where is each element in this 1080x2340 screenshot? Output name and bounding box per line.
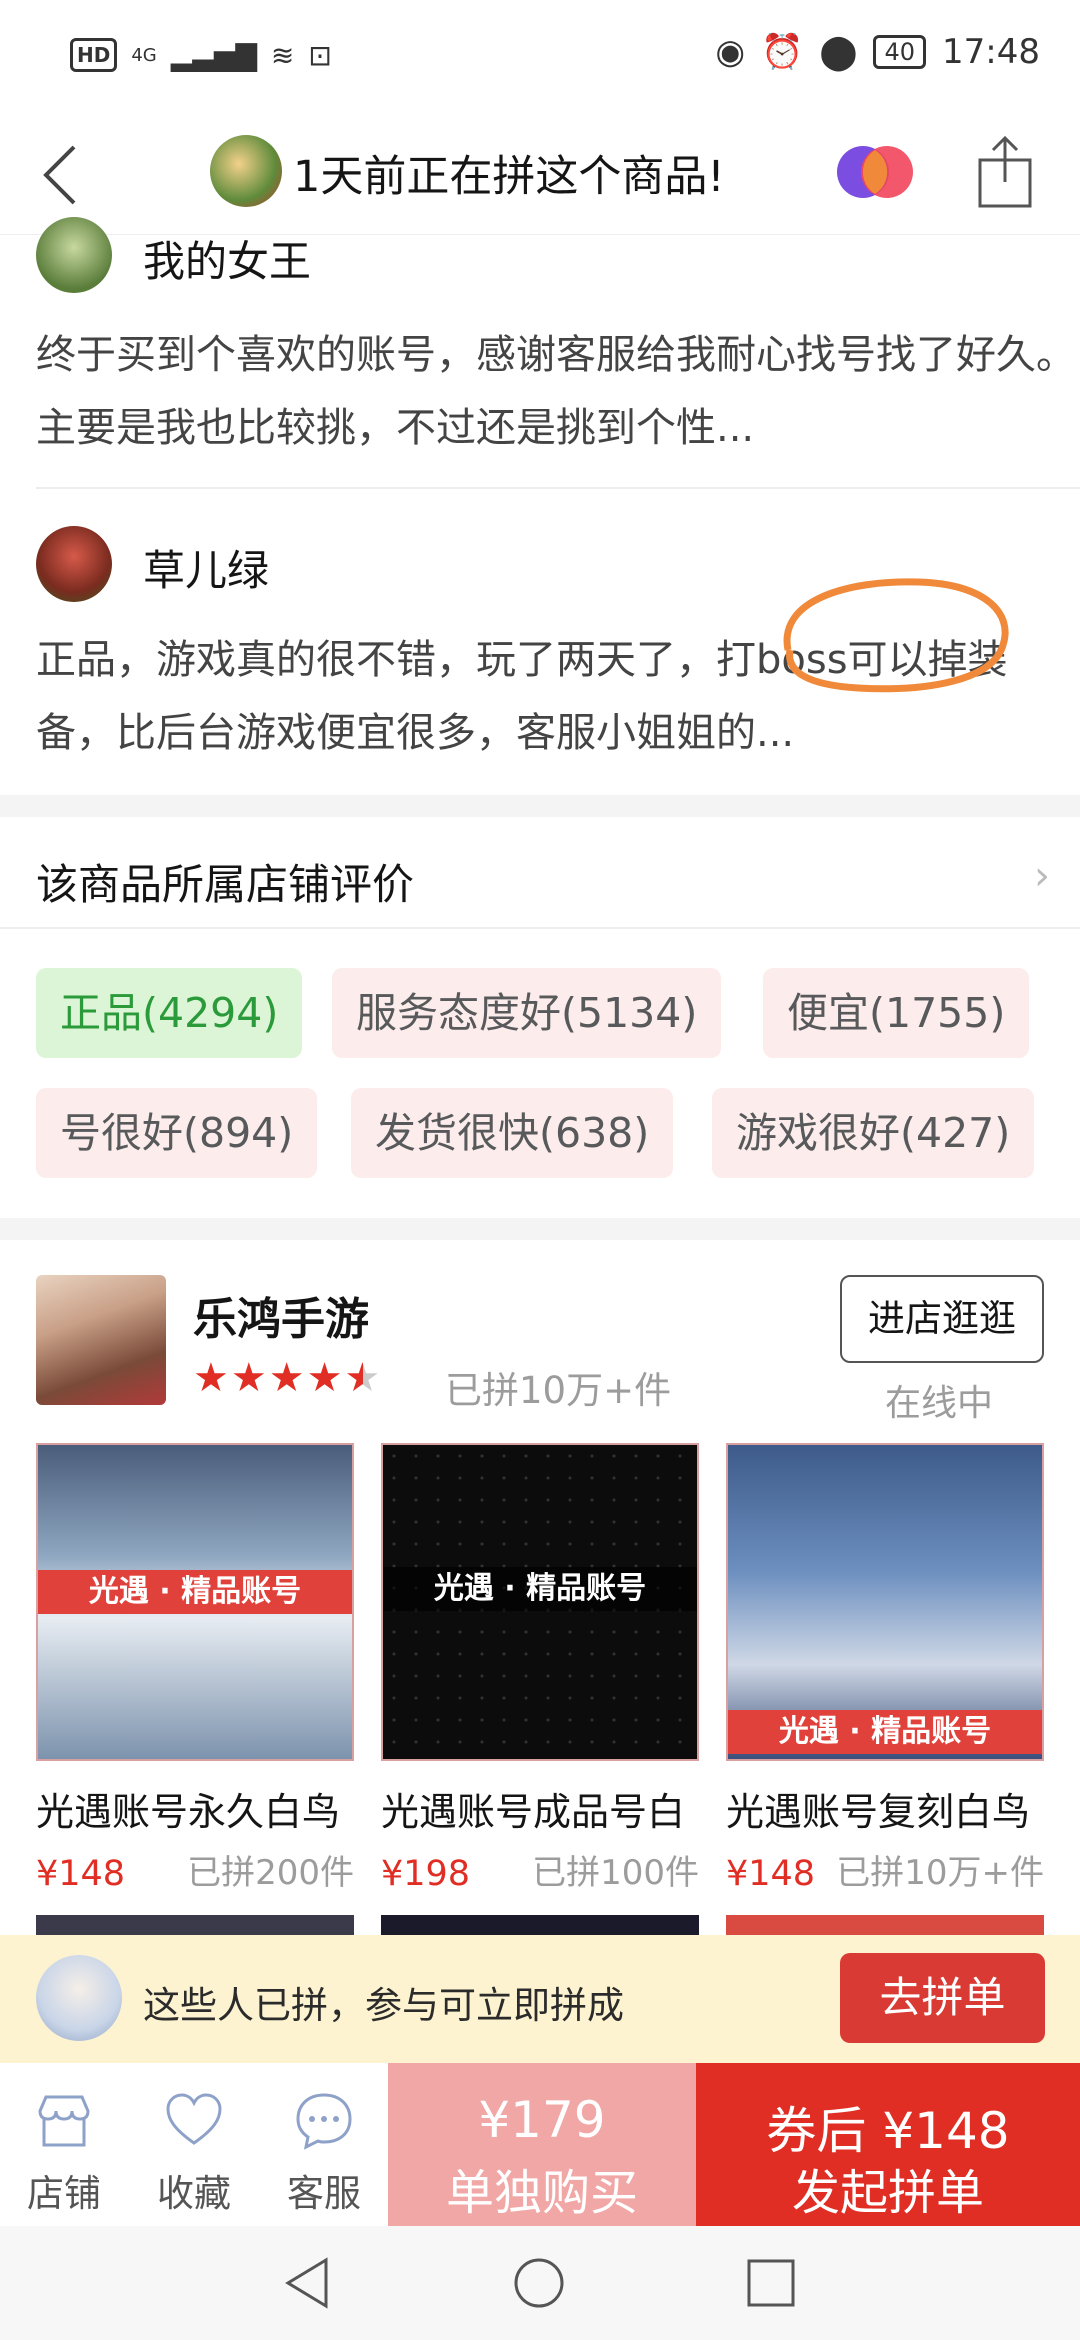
product-image: 光遇 · 精品账号 (36, 1443, 354, 1761)
highlight-circle-annotation (783, 578, 1009, 693)
reviewer-name: 草儿绿 (143, 546, 270, 595)
product-image: 光遇 · 精品账号 (726, 1443, 1044, 1761)
hd-icon: HD (70, 38, 118, 72)
favorite-button[interactable]: 收藏 (134, 2063, 254, 2226)
location-icon: ⬤ (819, 32, 858, 72)
status-right: ◉ ⏰ ⬤ 40 17:48 (715, 32, 1040, 72)
shop-rating-stars: ★★★★★ (193, 1355, 382, 1401)
multi-circle-icon[interactable] (835, 142, 915, 202)
visit-shop-button[interactable]: 进店逛逛 (840, 1275, 1044, 1363)
product-sold: 已拼10万+件 (836, 1853, 1044, 1893)
half-star-icon: ★ (344, 1355, 383, 1401)
service-label: 客服 (287, 2172, 361, 2215)
rating-tag[interactable]: 号很好(894) (36, 1088, 318, 1178)
product-badge: 光遇 · 精品账号 (383, 1567, 697, 1611)
store-rating-header[interactable]: 该商品所属店铺评价 › (0, 817, 1080, 929)
product-title: 光遇账号成品号白 (381, 1790, 686, 1834)
rating-tag[interactable]: 便宜(1755) (763, 968, 1030, 1058)
chat-icon (296, 2093, 352, 2150)
reviewer-avatar (36, 526, 112, 602)
shop-name[interactable]: 乐鸿手游 (193, 1283, 369, 1347)
chevron-right-icon: › (1034, 853, 1050, 899)
clock: 17:48 (942, 32, 1040, 72)
store-label: 店铺 (27, 2172, 101, 2215)
top-nav: 1天前正在拼这个商品! (0, 120, 1080, 235)
rating-tag[interactable]: 正品(4294) (36, 968, 303, 1058)
group-avatar (210, 135, 282, 207)
store-icon (38, 2095, 90, 2147)
store-button[interactable]: 店铺 (4, 2063, 124, 2226)
favorite-label: 收藏 (157, 2172, 231, 2215)
product-card[interactable]: 光遇 · 精品账号 光遇账号永久白鸟 ¥148 已拼200件 (36, 1443, 354, 1894)
back-arrow-icon (43, 145, 76, 205)
store-rating-title: 该商品所属店铺评价 (36, 860, 415, 909)
reviewer-avatar (36, 217, 112, 293)
single-price: ¥179 (478, 2091, 606, 2149)
product-title: 光遇账号永久白鸟 (36, 1790, 341, 1834)
join-group-banner: 这些人已拼，参与可立即拼成 去拼单 (0, 1935, 1080, 2063)
customer-service-button[interactable]: 客服 (264, 2063, 384, 2226)
share-icon[interactable] (975, 132, 1035, 212)
network-label: 4G (131, 44, 157, 66)
shop-avatar[interactable] (36, 1275, 166, 1405)
reviewer-name: 我的女王 (143, 237, 312, 286)
star-icon: ★ (306, 1355, 345, 1401)
tv-icon: ⊡ (308, 38, 332, 72)
rating-tag[interactable]: 游戏很好(427) (712, 1088, 1035, 1178)
product-badge: 光遇 · 精品账号 (728, 1710, 1042, 1754)
battery-icon: 40 (873, 35, 927, 69)
star-icon: ★ (193, 1355, 231, 1401)
product-title: 光遇账号复刻白鸟 (726, 1790, 1031, 1834)
single-label: 单独购买 (445, 2165, 638, 2221)
shop-sold-count: 已拼10万+件 (445, 1369, 672, 1412)
eye-icon: ◉ (715, 32, 746, 72)
review-text-content: 终于买到个喜欢的账号，感谢客服给我耐心找号找了好久。主要是我也比较挑，不过还是挑… (36, 332, 1076, 451)
section-gap (0, 1218, 1080, 1240)
product-badge: 光遇 · 精品账号 (38, 1570, 352, 1614)
nav-recents-icon[interactable] (745, 2257, 797, 2309)
alarm-icon: ⏰ (761, 32, 804, 72)
page-title: 1天前正在拼这个商品! (293, 152, 725, 202)
product-sold: 已拼100件 (532, 1853, 699, 1893)
nav-home-icon[interactable] (512, 2256, 566, 2310)
status-bar: HD 4G ▂▃▅▇ ≋ ⊡ ◉ ⏰ ⬤ 40 17:48 (0, 0, 1080, 120)
heart-icon (166, 2093, 222, 2145)
back-button[interactable] (40, 130, 120, 220)
rating-tag[interactable]: 服务态度好(5134) (332, 968, 722, 1058)
nav-back-icon[interactable] (282, 2256, 332, 2310)
group-label: 发起拼单 (791, 2165, 984, 2221)
start-group-buy-button[interactable]: 券后 ¥148 发起拼单 (696, 2063, 1080, 2226)
bottom-action-bar: 店铺 收藏 客服 ¥179 单独购买 券后 ¥148 发起拼单 (0, 2063, 1080, 2226)
wifi-icon: ≋ (270, 38, 295, 72)
signal-icon: ▂▃▅▇ (170, 38, 257, 72)
participant-avatar (36, 1955, 122, 2041)
rating-tag[interactable]: 发货很快(638) (351, 1088, 674, 1178)
shop-online-status: 在线中 (885, 1383, 994, 1424)
system-navigation-bar (0, 2226, 1080, 2340)
product-image: 光遇 · 精品账号 (381, 1443, 699, 1761)
join-banner-text: 这些人已拼，参与可立即拼成 (143, 1984, 624, 2027)
divider (36, 487, 1080, 489)
status-left: HD 4G ▂▃▅▇ ≋ ⊡ (70, 38, 332, 72)
product-sold: 已拼200件 (187, 1853, 354, 1893)
review-text: 终于买到个喜欢的账号，感谢客服给我耐心找号找了好久。主要是我也比较挑，不过还是挑… (36, 319, 1076, 465)
section-gap (0, 795, 1080, 817)
star-icon: ★ (230, 1355, 269, 1401)
product-card[interactable]: 光遇 · 精品账号 光遇账号复刻白鸟 ¥148 已拼10万+件 (726, 1443, 1044, 1894)
product-card[interactable]: 光遇 · 精品账号 光遇账号成品号白 ¥198 已拼100件 (381, 1443, 699, 1894)
buy-single-button[interactable]: ¥179 单独购买 (388, 2063, 696, 2226)
join-group-button[interactable]: 去拼单 (840, 1953, 1045, 2043)
star-icon: ★ (268, 1355, 307, 1401)
